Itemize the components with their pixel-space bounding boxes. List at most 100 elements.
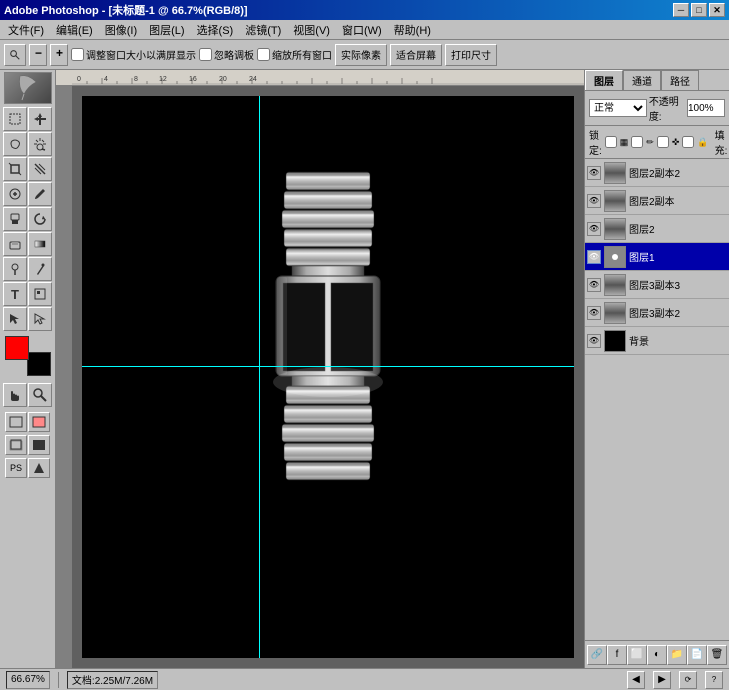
next-page-btn[interactable]: ▶ (653, 671, 671, 689)
layer-eye-2[interactable]: 👁 (587, 222, 601, 236)
menu-select[interactable]: 选择(S) (191, 20, 240, 40)
marquee-tool[interactable] (3, 107, 27, 131)
brush-tool[interactable] (28, 182, 52, 206)
zoom-out-btn[interactable]: − (29, 44, 47, 66)
dodge-tool[interactable] (3, 257, 27, 281)
title-bar-text: Adobe Photoshop - [未标题-1 @ 66.7%(RGB/8)] (4, 2, 248, 18)
layer-item-background[interactable]: 👁 背景 (585, 327, 729, 355)
toolbar-zoom-icon[interactable] (4, 44, 26, 66)
hand-tool[interactable] (3, 383, 27, 407)
menu-filter[interactable]: 滤镜(T) (239, 20, 287, 40)
actual-pixels-btn[interactable]: 实际像素 (335, 44, 387, 66)
status-menu-btn[interactable]: ⟳ (679, 671, 697, 689)
pen-tool[interactable] (28, 257, 52, 281)
tab-layers[interactable]: 图层 (585, 70, 623, 90)
menu-image[interactable]: 图像(I) (99, 20, 143, 40)
direct-select-tool[interactable] (28, 307, 52, 331)
maximize-button[interactable]: □ (691, 3, 707, 17)
menu-edit[interactable]: 编辑(E) (50, 20, 99, 40)
type-tool[interactable]: T (3, 282, 27, 306)
print-size-btn[interactable]: 打印尺寸 (445, 44, 497, 66)
stamp-tool[interactable] (3, 207, 27, 231)
menu-layer[interactable]: 图层(L) (143, 20, 190, 40)
blend-mode-select[interactable]: 正常 (589, 99, 647, 117)
menu-file[interactable]: 文件(F) (2, 20, 50, 40)
panel-folder-btn[interactable]: 📁 (667, 645, 687, 665)
menu-help[interactable]: 帮助(H) (388, 20, 437, 40)
adjust-window-checkbox[interactable] (71, 48, 84, 61)
menu-view[interactable]: 视图(V) (287, 20, 336, 40)
panel-mask-btn[interactable]: ⬜ (627, 645, 647, 665)
tab-paths[interactable]: 路径 (661, 70, 699, 90)
heal-tool[interactable] (3, 182, 27, 206)
foreground-color-swatch[interactable] (5, 336, 29, 360)
background-color-swatch[interactable] (27, 352, 51, 376)
lock-paint-checkbox[interactable] (631, 136, 643, 148)
quick-mask-btn[interactable] (28, 412, 50, 432)
lock-all-checkbox[interactable] (682, 136, 694, 148)
title-bar-controls: ─ □ ✕ (673, 3, 725, 17)
vertical-guide (259, 96, 260, 658)
panel-bottom-bar: 🔗 f ⬜ ◐ 📁 📄 🗑 (585, 640, 729, 668)
screen-mode-standard[interactable] (5, 435, 27, 455)
layer-item-2[interactable]: 👁 图层2 (585, 215, 729, 243)
layer-name-3copy3: 图层3副本3 (629, 277, 680, 292)
eraser-tool[interactable] (3, 232, 27, 256)
tool-row-7 (3, 257, 52, 281)
layer-eye-2copy[interactable]: 👁 (587, 194, 601, 208)
layer-eye-3copy2[interactable]: 👁 (587, 306, 601, 320)
jump-to-btn[interactable]: PS (5, 458, 27, 478)
help-status-btn[interactable]: ? (705, 671, 723, 689)
crop-tool[interactable] (3, 157, 27, 181)
lock-all-icon: 🔒 (697, 137, 708, 148)
tool-row-4 (3, 182, 52, 206)
layer-item-3-copy3[interactable]: 👁 图层3副本3 (585, 271, 729, 299)
panel-adjustment-btn[interactable]: ◐ (647, 645, 667, 665)
zoom-in-btn[interactable]: + (50, 44, 68, 66)
watch-illustration (258, 167, 398, 587)
menu-window[interactable]: 窗口(W) (336, 20, 388, 40)
panel-style-btn[interactable]: f (607, 645, 627, 665)
svg-text:24: 24 (249, 76, 257, 83)
fit-screen-btn[interactable]: 适合屏幕 (390, 44, 442, 66)
standard-mode-btn[interactable] (5, 412, 27, 432)
opacity-input[interactable] (687, 99, 725, 117)
lock-paint-icon: ✏ (646, 137, 654, 148)
lasso-tool[interactable] (3, 132, 27, 156)
extra-btn[interactable] (28, 458, 50, 478)
slice-tool[interactable] (28, 157, 52, 181)
layer-item-2-copy2[interactable]: 👁 图层2副本2 (585, 159, 729, 187)
path-select-tool[interactable] (3, 307, 27, 331)
layer-item-2-copy[interactable]: 👁 图层2副本 (585, 187, 729, 215)
lock-transparent-checkbox[interactable] (605, 136, 617, 148)
layer-eye-3copy3[interactable]: 👁 (587, 278, 601, 292)
gradient-tool[interactable] (28, 232, 52, 256)
canvas-scroll[interactable]: 1 2 4 6 8 10 12 (72, 86, 584, 668)
zoom-tool[interactable] (28, 383, 52, 407)
layer-eye-2copy2[interactable]: 👁 (587, 166, 601, 180)
prev-page-btn[interactable]: ◀ (627, 671, 645, 689)
panel-link-btn[interactable]: 🔗 (587, 645, 607, 665)
shrink-window-checkbox[interactable] (257, 48, 270, 61)
tab-channels[interactable]: 通道 (623, 70, 661, 90)
shape-tool[interactable] (28, 282, 52, 306)
layer-eye-1[interactable]: 👁 (587, 250, 601, 264)
history-tool[interactable] (28, 207, 52, 231)
toolbar: − + 调整窗口大小以满屏显示 忽略调板 缩放所有窗口 实际像素 适合屏幕 打印… (0, 40, 729, 70)
lock-move-checkbox[interactable] (657, 136, 669, 148)
screen-mode-full[interactable] (28, 435, 50, 455)
color-section (3, 336, 53, 376)
horizontal-guide (82, 366, 574, 367)
layer-item-1[interactable]: 👁 图层1 (585, 243, 729, 271)
panel-delete-layer-btn[interactable]: 🗑 (707, 645, 727, 665)
close-button[interactable]: ✕ (709, 3, 725, 17)
minimize-button[interactable]: ─ (673, 3, 689, 17)
toolbox: T (0, 70, 56, 668)
svg-text:16: 16 (189, 76, 197, 83)
move-tool[interactable] (28, 107, 52, 131)
ignore-adjust-checkbox[interactable] (199, 48, 212, 61)
layer-item-3-copy2[interactable]: 👁 图层3副本2 (585, 299, 729, 327)
magic-wand-tool[interactable] (28, 132, 52, 156)
panel-new-layer-btn[interactable]: 📄 (687, 645, 707, 665)
layer-eye-bg[interactable]: 👁 (587, 334, 601, 348)
